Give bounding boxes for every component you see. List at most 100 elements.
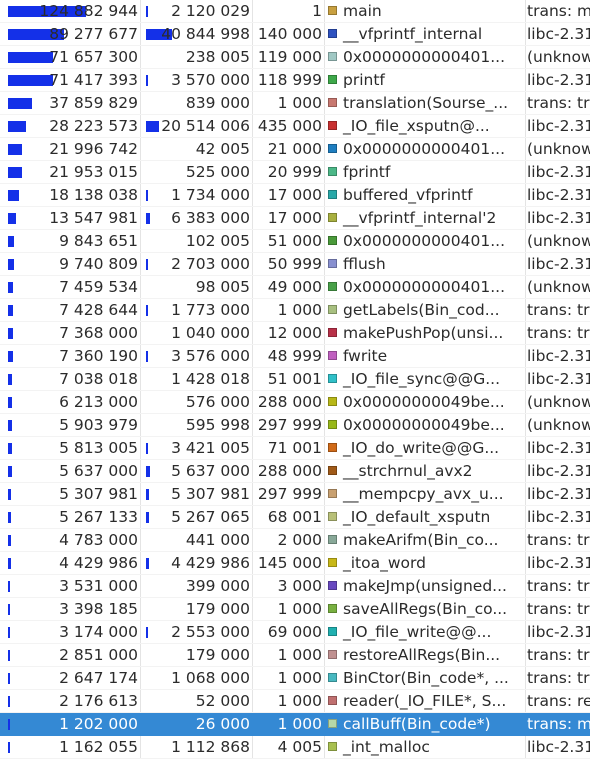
table-row[interactable]: 5 307 981 5 307 981 297 999 __mempcpy_av… <box>0 483 590 506</box>
function-cell: getLabels(Bin_cod... <box>326 299 526 322</box>
inclusive-cost-value: 18 138 038 <box>49 186 138 204</box>
function-cell: __mempcpy_avx_u... <box>326 483 526 506</box>
table-row[interactable]: 9 843 651 102 005 51 000 0x0000000000401… <box>0 230 590 253</box>
table-row[interactable]: 9 740 809 2 703 000 50 999 fflush libc-2… <box>0 253 590 276</box>
table-row[interactable]: 7 459 534 98 005 49 000 0x0000000000401.… <box>0 276 590 299</box>
table-row[interactable]: 7 428 644 1 773 000 1 000 getLabels(Bin_… <box>0 299 590 322</box>
called-count-cell: 4 005 <box>252 736 324 759</box>
inclusive-cost-bar <box>8 627 10 638</box>
cost-color-swatch <box>328 29 337 38</box>
self-cost-cell: 52 000 <box>140 690 252 713</box>
table-row[interactable]: 7 038 018 1 428 018 51 001 _IO_file_sync… <box>0 368 590 391</box>
cost-color-swatch <box>328 650 337 659</box>
inclusive-cost-cell: 71 657 300 <box>0 46 140 69</box>
table-row[interactable]: 1 202 000 26 000 1 000 callBuff(Bin_code… <box>0 713 590 736</box>
table-row[interactable]: 1 162 055 1 112 868 4 005 _int_malloc li… <box>0 736 590 759</box>
called-count-cell: 297 999 <box>252 414 324 437</box>
function-cell: _IO_default_xsputn <box>326 506 526 529</box>
self-cost-cell: 2 553 000 <box>140 621 252 644</box>
table-row[interactable]: 37 859 829 839 000 1 000 translation(Sou… <box>0 92 590 115</box>
table-row[interactable]: 13 547 981 6 383 000 17 000 __vfprintf_i… <box>0 207 590 230</box>
function-cell: __strchrnul_avx2 <box>326 460 526 483</box>
called-count-cell: 435 000 <box>252 115 324 138</box>
location-name: trans: tr <box>527 94 590 112</box>
cost-color-swatch <box>328 581 337 590</box>
table-row[interactable]: 124 882 944 2 120 029 1 main trans: m <box>0 0 590 23</box>
location-name: libc-2.31 <box>527 554 590 572</box>
function-name: fwrite <box>343 347 388 365</box>
self-cost-bar <box>146 351 149 362</box>
table-row[interactable]: 4 429 986 4 429 986 145 000 _itoa_word l… <box>0 552 590 575</box>
inclusive-cost-cell: 5 267 133 <box>0 506 140 529</box>
called-count-cell: 21 000 <box>252 138 324 161</box>
function-cell: 0x0000000000401... <box>326 230 526 253</box>
location-name: trans: tr <box>527 324 590 342</box>
self-cost-value: 2 703 000 <box>171 255 250 273</box>
location-name: libc-2.31 <box>527 117 590 135</box>
table-row[interactable]: 3 398 185 179 000 1 000 saveAllRegs(Bin_… <box>0 598 590 621</box>
self-cost-value: 1 734 000 <box>171 186 250 204</box>
table-row[interactable]: 5 813 005 3 421 005 71 001 _IO_do_write@… <box>0 437 590 460</box>
function-name: makeArifm(Bin_co... <box>343 531 499 549</box>
table-row[interactable]: 7 368 000 1 040 000 12 000 makePushPop(u… <box>0 322 590 345</box>
cost-color-swatch <box>328 673 337 682</box>
called-count-value: 288 000 <box>257 462 322 480</box>
inclusive-cost-bar <box>8 397 12 408</box>
table-row[interactable]: 2 851 000 179 000 1 000 restoreAllRegs(B… <box>0 644 590 667</box>
self-cost-bar <box>146 627 148 638</box>
location-cell: trans: m <box>527 0 590 23</box>
table-row[interactable]: 7 360 190 3 576 000 48 999 fwrite libc-2… <box>0 345 590 368</box>
table-row[interactable]: 4 783 000 441 000 2 000 makeArifm(Bin_co… <box>0 529 590 552</box>
location-name: libc-2.31 <box>527 71 590 89</box>
self-cost-cell: 441 000 <box>140 529 252 552</box>
table-row[interactable]: 18 138 038 1 734 000 17 000 buffered_vfp… <box>0 184 590 207</box>
cost-color-swatch <box>328 328 337 337</box>
self-cost-bar <box>146 466 150 477</box>
self-cost-cell: 1 068 000 <box>140 667 252 690</box>
cost-color-swatch <box>328 236 337 245</box>
self-cost-value: 3 576 000 <box>171 347 250 365</box>
table-row[interactable]: 5 267 133 5 267 065 68 001 _IO_default_x… <box>0 506 590 529</box>
table-row[interactable]: 71 417 393 3 570 000 118 999 printf libc… <box>0 69 590 92</box>
self-cost-cell: 2 120 029 <box>140 0 252 23</box>
location-name: libc-2.31 <box>527 738 590 756</box>
location-name: trans: tr <box>527 600 590 618</box>
self-cost-bar <box>146 190 148 201</box>
function-name: _IO_file_xsputn@... <box>343 117 490 135</box>
table-row[interactable]: 3 174 000 2 553 000 69 000 _IO_file_writ… <box>0 621 590 644</box>
location-cell: (unknow <box>527 138 590 161</box>
inclusive-cost-value: 5 307 981 <box>59 485 138 503</box>
table-row[interactable]: 5 903 979 595 998 297 999 0x00000000049b… <box>0 414 590 437</box>
function-name: _int_malloc <box>343 738 430 756</box>
inclusive-cost-value: 5 903 979 <box>59 416 138 434</box>
called-count-cell: 17 000 <box>252 184 324 207</box>
function-name: main <box>343 2 382 20</box>
table-row[interactable]: 28 223 573 20 514 006 435 000 _IO_file_x… <box>0 115 590 138</box>
inclusive-cost-value: 6 213 000 <box>59 393 138 411</box>
function-cell: fflush <box>326 253 526 276</box>
table-row[interactable]: 71 657 300 238 005 119 000 0x00000000004… <box>0 46 590 69</box>
table-row[interactable]: 6 213 000 576 000 288 000 0x00000000049b… <box>0 391 590 414</box>
table-row[interactable]: 3 531 000 399 000 3 000 makeJmp(unsigned… <box>0 575 590 598</box>
self-cost-value: 399 000 <box>185 577 250 595</box>
table-row[interactable]: 5 637 000 5 637 000 288 000 __strchrnul_… <box>0 460 590 483</box>
inclusive-cost-value: 7 459 534 <box>59 278 138 296</box>
location-name: libc-2.31 <box>527 462 590 480</box>
inclusive-cost-bar <box>8 351 13 362</box>
self-cost-value: 576 000 <box>185 393 250 411</box>
inclusive-cost-value: 7 360 190 <box>59 347 138 365</box>
table-row[interactable]: 89 277 677 40 844 998 140 000 __vfprintf… <box>0 23 590 46</box>
table-row[interactable]: 21 953 015 525 000 20 999 fprintf libc-2… <box>0 161 590 184</box>
inclusive-cost-bar <box>8 190 20 201</box>
location-name: (unknow <box>527 48 590 66</box>
called-count-value: 50 999 <box>267 255 322 273</box>
called-count-value: 4 005 <box>277 738 322 756</box>
called-count-cell: 3 000 <box>252 575 324 598</box>
table-row[interactable]: 2 176 613 52 000 1 000 reader(_IO_FILE*,… <box>0 690 590 713</box>
location-cell: trans: tr <box>527 667 590 690</box>
inclusive-cost-value: 5 637 000 <box>59 462 138 480</box>
inclusive-cost-bar <box>8 328 13 339</box>
table-row[interactable]: 2 647 174 1 068 000 1 000 BinCtor(Bin_co… <box>0 667 590 690</box>
table-row[interactable]: 21 996 742 42 005 21 000 0x0000000000401… <box>0 138 590 161</box>
self-cost-value: 6 383 000 <box>171 209 250 227</box>
